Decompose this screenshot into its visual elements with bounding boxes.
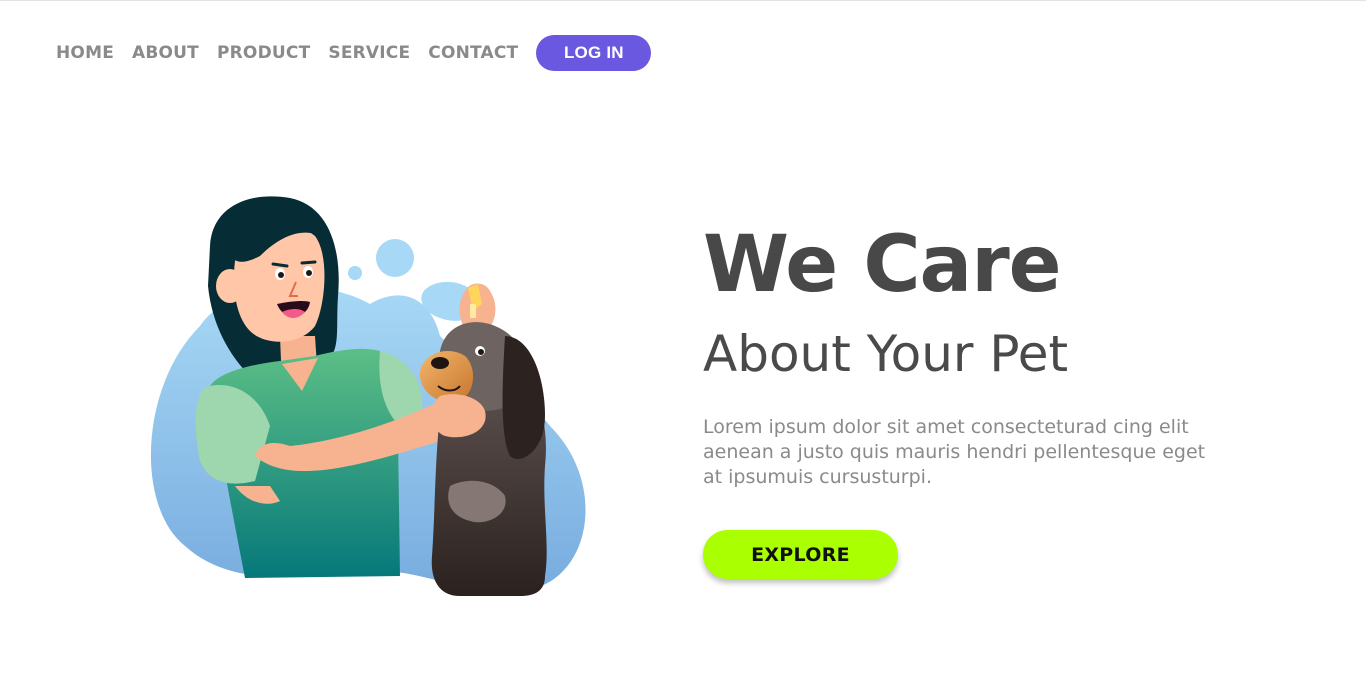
hero-title: We Care xyxy=(703,220,1062,310)
nav-about-link[interactable]: ABOUT xyxy=(132,35,199,71)
hero-illustration xyxy=(140,186,620,606)
hero-description: Lorem ipsum dolor sit amet consecteturad… xyxy=(703,416,1206,488)
woman-with-dog-illustration xyxy=(150,196,586,596)
landing-page: HOME ABOUT PRODUCT SERVICE CONTACT LOG I… xyxy=(0,0,1366,683)
nav-service-link[interactable]: SERVICE xyxy=(328,35,410,71)
nav-contact-link[interactable]: CONTACT xyxy=(428,35,518,71)
nav-product-link[interactable]: PRODUCT xyxy=(217,35,310,71)
main-nav: HOME ABOUT PRODUCT SERVICE CONTACT LOG I… xyxy=(56,35,652,71)
bubble-small xyxy=(348,266,362,280)
dog-ear xyxy=(502,336,545,460)
bubble-large xyxy=(376,239,414,277)
explore-button[interactable]: EXPLORE xyxy=(703,530,898,579)
login-button[interactable]: LOG IN xyxy=(536,35,652,71)
hero-subtitle: About Your Pet xyxy=(703,325,1069,383)
nav-home-link[interactable]: HOME xyxy=(56,35,114,71)
